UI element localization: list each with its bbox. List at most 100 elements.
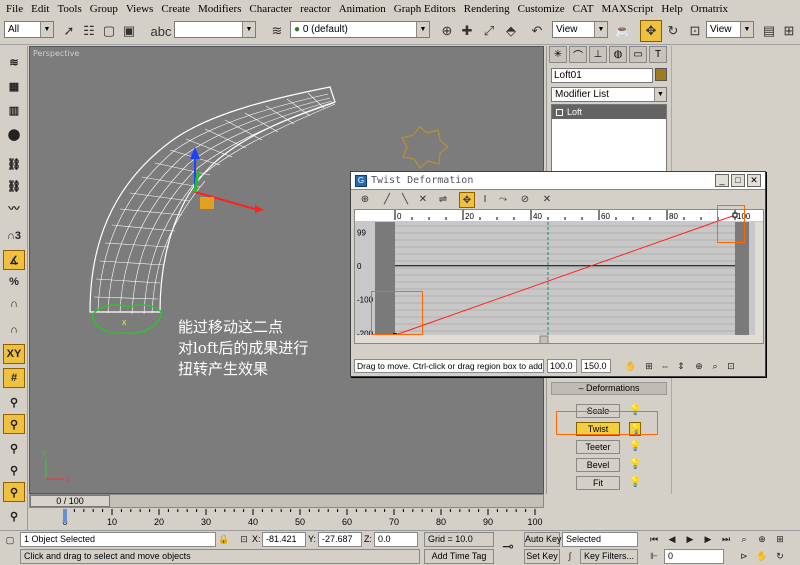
magnet-icon[interactable]: ∩ [3,320,25,340]
angle-snap-icon[interactable]: ∡ [3,250,25,270]
bevel-button[interactable]: Bevel [576,458,620,472]
maximize-icon[interactable]: □ [731,174,745,187]
lightbulb-icon[interactable]: 💡 [629,440,641,454]
grid-icon[interactable]: # [3,368,25,388]
schematic-icon[interactable]: ▥ [3,100,25,120]
percent-snap-icon[interactable]: % [3,272,25,292]
spinner-snap-icon[interactable]: ∩ [3,294,25,314]
menu-item-rendering[interactable]: Rendering [460,3,514,15]
menu-item-ornatrix[interactable]: Ornatrix [687,3,732,15]
field-of-view-icon[interactable]: ⊳ [736,549,752,564]
layer-props-icon[interactable]: ⬘ [500,20,522,42]
time-slider[interactable]: 0 / 100 [30,495,110,507]
scale-control-point-icon[interactable]: I [477,192,493,208]
zoom-viewport-icon[interactable]: ⌕ [736,532,752,547]
motion-tab-icon[interactable]: ◍ [609,46,627,63]
pan-icon[interactable]: ✋ [623,359,639,374]
menu-item-customize[interactable]: Customize [514,3,569,15]
arc-rotate-icon[interactable]: ↻ [772,549,788,564]
named-selection-dropdown[interactable]: ▼ [174,21,256,38]
place-highlight-icon[interactable]: ⚲ [3,460,25,480]
mirror-icon[interactable]: ⚲ [3,392,25,412]
current-frame-field[interactable]: 0 [664,549,724,564]
rect-region-icon[interactable]: ▢ [98,20,120,42]
select-layer-icon[interactable]: ⤢ [478,20,500,42]
scale-icon[interactable]: ⊡ [684,20,706,42]
set-key-button[interactable]: Set Key [524,549,560,564]
curve-editor-icon[interactable]: ▦ [3,76,25,96]
align-icon[interactable]: ⚲ [3,414,25,434]
fit-button[interactable]: Fit [576,476,620,490]
auto-key-button[interactable]: Auto Key [524,532,562,547]
pivot-icon[interactable]: ▤ [758,20,780,42]
goto-start-icon[interactable]: ⏮ [646,532,662,547]
minimize-icon[interactable]: _ [715,174,729,187]
next-frame-icon[interactable]: ▶ [700,532,716,547]
create-tab-icon[interactable]: ✳ [549,46,567,63]
utilities-tab-icon[interactable]: T [649,46,667,63]
display-y-icon[interactable]: ╲ [397,192,413,208]
teeter-button[interactable]: Teeter [576,440,620,454]
key-icon[interactable]: ⊸ [500,539,516,554]
zoom-region-icon[interactable]: ⌕ [707,359,723,374]
menu-item-views[interactable]: Views [122,3,157,15]
select-by-name-icon[interactable]: ☷ [78,20,100,42]
time-slider-track[interactable]: 0 / 100 [29,494,544,508]
zoom-icon[interactable]: ⊕ [691,359,707,374]
select-move-icon[interactable]: ✥ [640,20,662,42]
maxscript-listener-icon[interactable]: ▢ [2,533,18,548]
layers-icon[interactable]: ≋ [3,52,25,72]
snap-3d-icon[interactable]: ∩3 [3,226,25,246]
menu-item-tools[interactable]: Tools [53,3,85,15]
create-layer-icon[interactable]: ⊕ [436,20,458,42]
insert-corner-point-icon[interactable]: ⤳ [495,192,511,208]
z-coordinate-field[interactable]: 0.0 [374,532,418,547]
link-icon[interactable]: ⛓ [3,154,25,174]
layer-manager-icon[interactable]: ≋ [266,20,288,42]
zoom-all-icon[interactable]: ⊕ [754,532,770,547]
xy-constraint-icon[interactable]: XY [3,344,25,364]
abc-icon[interactable]: abc [150,20,172,42]
x-coordinate-field[interactable]: -81.421 [262,532,306,547]
dialog-title-bar[interactable]: G Twist Deformation _ □ ✕ [351,172,765,190]
deformations-header[interactable]: – Deformations [551,382,667,395]
play-icon[interactable]: ▶ [682,532,698,547]
add-to-layer-icon[interactable]: ✚ [456,20,478,42]
point-x-field[interactable]: 100.0 [547,359,577,373]
menu-item-maxscript[interactable]: MAXScript [597,3,657,15]
menu-item-edit[interactable]: Edit [27,3,53,15]
display-xy-icon[interactable]: ✕ [415,192,431,208]
key-tangent-icon[interactable]: ∫ [562,549,578,564]
key-mode-icon[interactable]: ⊩ [646,549,662,564]
lock-icon[interactable]: 🔒 [216,532,232,547]
selection-filter-dropdown[interactable]: All ▼ [4,21,54,38]
zoom-icon-2[interactable]: ⊡ [723,359,739,374]
select-arrow-icon[interactable]: ➚ [58,20,80,42]
current-frame-indicator[interactable] [63,509,67,523]
menu-item-help[interactable]: Help [657,3,686,15]
zoom-vertical-icon[interactable]: ⇕ [673,359,689,374]
object-color-swatch[interactable] [655,68,667,81]
material-editor-icon[interactable]: ⬤ [3,124,25,144]
snap-icon[interactable]: ⊞ [778,20,800,42]
align-camera-icon[interactable]: ⚲ [3,482,25,502]
make-symmetrical-icon[interactable]: ⊕ [357,192,373,208]
delete-control-point-icon[interactable]: ⊘ [517,192,533,208]
menu-item-file[interactable]: File [2,3,27,15]
menu-item-cat[interactable]: CAT [569,3,598,15]
add-time-tag-button[interactable]: Add Time Tag [424,549,494,564]
modifier-list-dropdown[interactable]: Modifier List ▼ [551,87,667,102]
point-y-field[interactable]: 150.0 [581,359,611,373]
prev-frame-icon[interactable]: ◀ [664,532,680,547]
key-mode-dropdown[interactable]: Selected [562,532,638,547]
lightbulb-icon[interactable]: 💡 [629,476,641,490]
menu-item-modifiers[interactable]: Modifiers [194,3,245,15]
menu-item-animation[interactable]: Animation [335,3,390,15]
stack-item-loft[interactable]: Loft [552,105,666,119]
track-bar[interactable]: 0102030405060708090100 [29,509,544,529]
display-tab-icon[interactable]: ▭ [629,46,647,63]
unlink-icon[interactable]: ⛓ [3,176,25,196]
object-name-field[interactable]: Loft01 [551,68,653,83]
align-view-icon[interactable]: ⚲ [3,506,25,526]
normal-align-icon[interactable]: ⚲ [3,438,25,458]
